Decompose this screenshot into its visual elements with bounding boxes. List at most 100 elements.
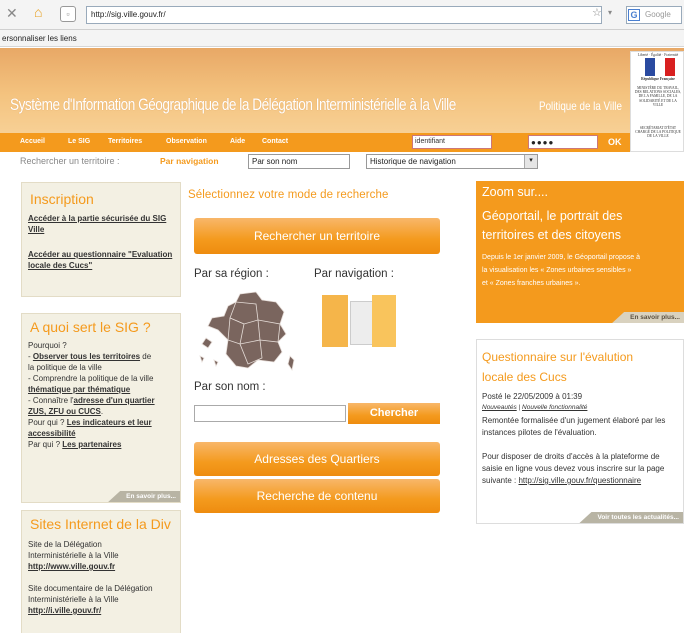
all-news-button[interactable]: Voir toutes les actualités...	[579, 512, 683, 523]
about-line: la politique de la ville	[28, 363, 102, 372]
tag-news[interactable]: Nouveautés	[482, 404, 517, 411]
nav-le-sig[interactable]: Le SIG	[68, 138, 90, 145]
about-line: - Observer tous les territoires de	[28, 351, 178, 362]
zoom-more-button[interactable]: En savoir plus...	[612, 312, 684, 323]
inscription-title: Inscription	[30, 191, 94, 207]
browser-toolbar: ✕ ⌂ ▫ http://sig.ville.gouv.fr/ ☆ ▾ Goog…	[0, 0, 684, 30]
france-map-icon[interactable]	[196, 290, 298, 374]
about-line: Pourquoi ?	[28, 341, 67, 350]
nav-observation[interactable]: Observation	[166, 138, 207, 145]
zoom-panel: Zoom sur.... Géoportail, le portrait des…	[476, 181, 684, 323]
sites-line: Site documentaire de la Délégation	[28, 584, 153, 593]
site-subtitle: Politique de la Ville	[539, 99, 622, 113]
stop-icon[interactable]: ✕	[6, 5, 18, 22]
zoom-line: Depuis le 1er janvier 2009, le Géoportai…	[482, 254, 640, 261]
sites-line: Interministérielle à la Ville	[28, 595, 119, 604]
questionnaire-url-link[interactable]: http://sig.ville.gouv.fr/questionnaire	[518, 476, 641, 485]
navigation-preview-image[interactable]	[322, 295, 396, 347]
post-line: saisie en ligne vous devez vous inscrire…	[482, 464, 665, 473]
gov-ministry: MINISTÈRE DU TRAVAIL, DES RELATIONS SOCI…	[634, 86, 682, 107]
title-line: locale des Cucs	[482, 370, 567, 384]
nav-accueil[interactable]: Accueil	[20, 138, 45, 145]
about-line: - Connaître l'adresse d'un quartier	[28, 395, 178, 406]
address-link[interactable]: adresse d'un quartier	[74, 396, 155, 405]
about-line: - Comprendre la politique de la ville	[28, 374, 154, 383]
accessibility-link[interactable]: accessibilité	[28, 428, 178, 439]
zoom-title: Zoom sur....	[482, 185, 548, 199]
post-tags: Nouveautés | Nouvelle fonctionnalité	[482, 404, 587, 411]
sites-panel: Sites Internet de la Div Site de la Délé…	[21, 510, 181, 633]
search-territory-label: Rechercher un territoire :	[20, 156, 120, 166]
title-line: Questionnaire sur l'évalution	[482, 350, 634, 364]
zus-link[interactable]: ZUS, ZFU ou CUCS	[28, 407, 101, 416]
text-fragment: Par qui ?	[28, 440, 63, 449]
post-line: Remontée formalisée d'un jugement élabor…	[482, 416, 666, 425]
post-body: Remontée formalisée d'un jugement élabor…	[482, 415, 684, 487]
post-date: Posté le 22/05/2009 à 01:39	[482, 392, 583, 401]
nav-aide[interactable]: Aide	[230, 138, 245, 145]
about-line: Par qui ? Les partenaires	[28, 439, 178, 450]
about-more-button[interactable]: En savoir plus...	[108, 491, 180, 502]
headline-line: territoires et des citoyens	[482, 228, 621, 242]
text-fragment: Pour qui ?	[28, 418, 67, 427]
sites-title: Sites Internet de la Div	[30, 516, 171, 532]
ville-site-link[interactable]: http://www.ville.gouv.fr	[28, 561, 178, 572]
tab-by-navigation[interactable]: Par navigation	[160, 156, 219, 166]
bookmarks-bar: ersonnaliser les liens	[0, 30, 684, 47]
observe-territories-link[interactable]: Observer tous les territoires	[33, 352, 140, 361]
about-text: Pourquoi ? - Observer tous les territoir…	[28, 340, 178, 450]
government-logo[interactable]: Liberté · Égalité · Fraternité Républiqu…	[630, 51, 684, 152]
username-field[interactable]: identifiant	[412, 135, 492, 149]
about-line: ZUS, ZFU ou CUCS.	[28, 406, 178, 417]
partners-link[interactable]: Les partenaires	[62, 440, 121, 449]
zoom-body: Depuis le 1er janvier 2009, le Géoportai…	[482, 251, 684, 290]
name-search-input[interactable]	[194, 405, 346, 422]
secure-area-link[interactable]: Accéder à la partie sécurisée du SIG Vil…	[28, 213, 178, 235]
by-navigation-label: Par navigation :	[314, 268, 394, 280]
dropdown-icon[interactable]: ▾	[608, 8, 612, 17]
text-fragment: - Connaître l'	[28, 396, 74, 405]
password-field[interactable]: ●●●●	[528, 135, 598, 149]
sites-text: Site de la Délégation Interministérielle…	[28, 539, 178, 616]
about-panel: A quoi sert le SIG ? Pourquoi ? - Observ…	[21, 313, 181, 503]
nav-territoires[interactable]: Territoires	[108, 138, 142, 145]
sites-line: Interministérielle à la Ville	[28, 551, 119, 560]
questionnaire-title[interactable]: Questionnaire sur l'évalution locale des…	[482, 347, 633, 387]
content-search-button[interactable]: Recherche de contenu	[194, 479, 440, 513]
home-icon[interactable]: ⌂	[34, 4, 42, 20]
about-line: Pour qui ? Les indicateurs et leur	[28, 417, 178, 428]
nav-contact[interactable]: Contact	[262, 138, 288, 145]
gov-motto: Liberté · Égalité · Fraternité	[637, 53, 679, 57]
search-engine-icon[interactable]: G	[628, 9, 640, 21]
chevron-down-icon[interactable]: ▾	[524, 155, 537, 168]
doc-site-link[interactable]: http://i.ville.gouv.fr/	[28, 605, 178, 616]
headline-line: Géoportail, le portrait des	[482, 209, 623, 223]
login-ok-button[interactable]: OK	[608, 137, 622, 147]
url-bar[interactable]: http://sig.ville.gouv.fr/	[86, 6, 602, 24]
search-mode-title: Sélectionnez votre mode de recherche	[188, 189, 389, 201]
questionnaire-link[interactable]: Accéder au questionnaire "Evaluation loc…	[28, 249, 178, 271]
history-select[interactable]: Historique de navigation	[366, 154, 538, 169]
questionnaire-panel: Questionnaire sur l'évalution locale des…	[476, 339, 684, 524]
addresses-button[interactable]: Adresses des Quartiers	[194, 442, 440, 476]
french-flag-icon	[645, 58, 675, 76]
page-icon: ▫	[60, 6, 76, 22]
post-line: Pour disposer de droits d'accès à la pla…	[482, 452, 660, 461]
site-banner	[0, 48, 684, 133]
tag-feature[interactable]: Nouvelle fonctionnalité	[522, 404, 587, 411]
zoom-line: et « Zones franches urbaines ».	[482, 280, 581, 287]
thematic-link[interactable]: thématique par thématique	[28, 384, 178, 395]
zoom-headline[interactable]: Géoportail, le portrait des territoires …	[482, 207, 622, 245]
text-fragment: suivante :	[482, 476, 519, 485]
sites-line: Site de la Délégation	[28, 540, 102, 549]
indicators-link[interactable]: Les indicateurs et leur	[67, 418, 152, 427]
star-icon[interactable]: ☆	[592, 6, 602, 19]
text-fragment: de	[140, 352, 152, 361]
search-button[interactable]: Chercher	[348, 403, 440, 424]
search-territory-button[interactable]: Rechercher un territoire	[194, 218, 440, 254]
bookmark-item[interactable]: ersonnaliser les liens	[2, 34, 77, 43]
by-name-field[interactable]: Par son nom	[248, 154, 350, 169]
site-title: Système d'Information Géographique de la…	[10, 95, 456, 114]
